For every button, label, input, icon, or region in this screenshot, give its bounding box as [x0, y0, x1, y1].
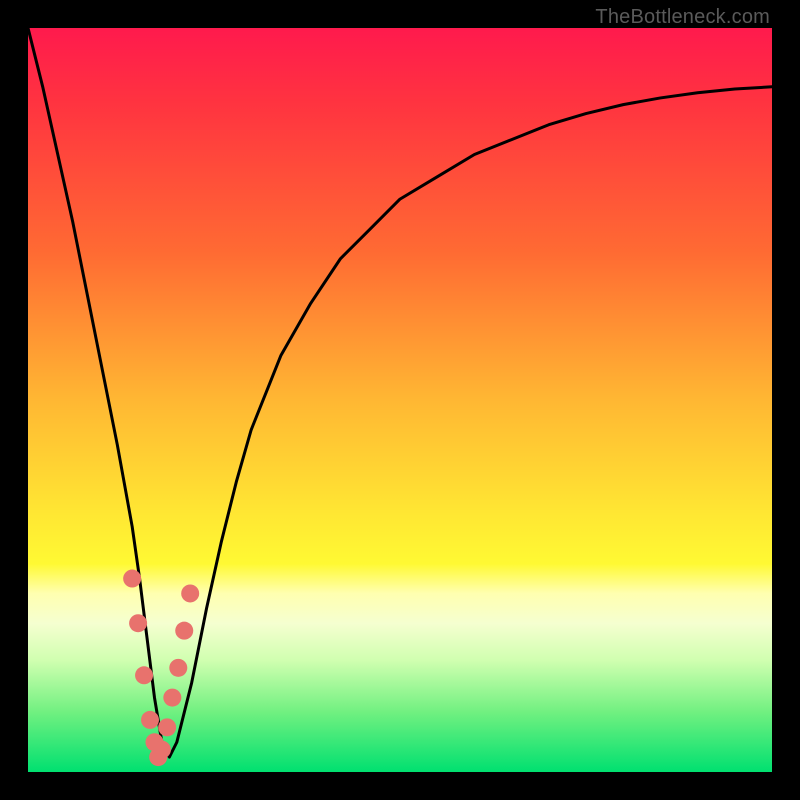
bottleneck-curve: [28, 28, 772, 772]
chart-plot-area: [28, 28, 772, 772]
curve-marker: [141, 711, 159, 729]
curve-marker: [129, 614, 147, 632]
curve-marker: [158, 718, 176, 736]
curve-line: [28, 28, 772, 757]
curve-marker: [123, 570, 141, 588]
curve-marker: [175, 622, 193, 640]
attribution-watermark: TheBottleneck.com: [595, 6, 770, 29]
curve-marker: [169, 659, 187, 677]
curve-marker: [163, 689, 181, 707]
curve-marker: [135, 666, 153, 684]
curve-marker: [181, 584, 199, 602]
curve-marker: [153, 741, 171, 759]
